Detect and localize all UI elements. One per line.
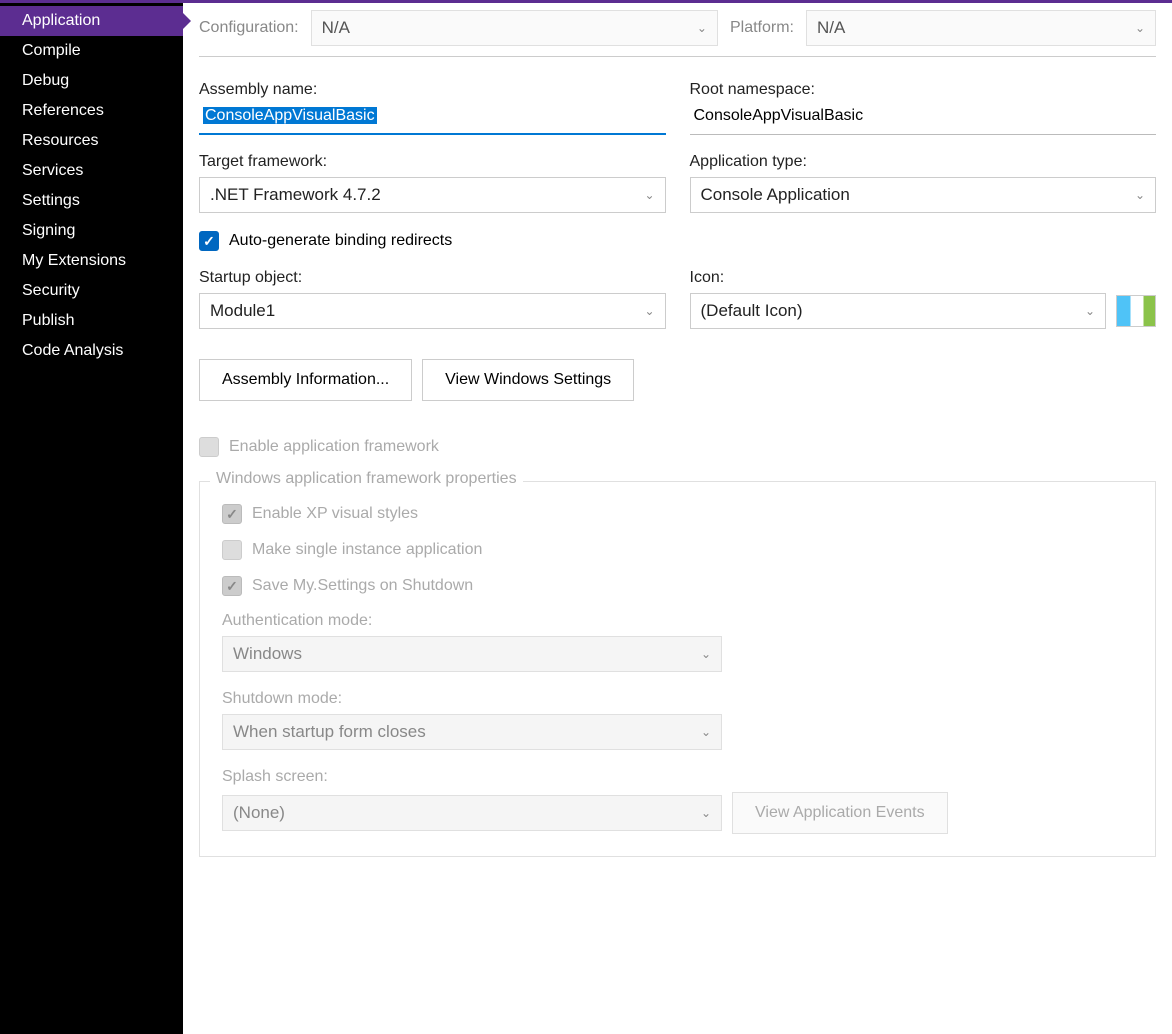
assembly-name-input[interactable]: ConsoleAppVisualBasic	[199, 105, 666, 135]
assembly-name-label: Assembly name:	[199, 81, 666, 99]
sidebar-item-resources[interactable]: Resources	[0, 126, 183, 156]
config-header: Configuration: N/A ⌄ Platform: N/A ⌄	[199, 10, 1156, 57]
framework-properties-legend: Windows application framework properties	[210, 470, 523, 488]
sidebar-item-security[interactable]: Security	[0, 276, 183, 306]
sidebar-item-application[interactable]: Application	[0, 6, 183, 36]
configuration-value: N/A	[322, 18, 350, 38]
save-my-settings-label: Save My.Settings on Shutdown	[252, 577, 473, 595]
xp-visual-styles-checkbox	[222, 504, 242, 524]
icon-value: (Default Icon)	[701, 301, 803, 321]
chevron-down-icon: ⌄	[701, 647, 711, 661]
target-framework-label: Target framework:	[199, 153, 666, 171]
shutdown-mode-value: When startup form closes	[233, 722, 426, 742]
chevron-down-icon: ⌄	[1135, 21, 1145, 35]
configuration-label: Configuration:	[199, 19, 299, 37]
chevron-down-icon: ⌄	[701, 725, 711, 739]
framework-properties-group: Windows application framework properties…	[199, 481, 1156, 857]
single-instance-checkbox	[222, 540, 242, 560]
startup-object-value: Module1	[210, 301, 275, 321]
xp-visual-styles-label: Enable XP visual styles	[252, 505, 418, 523]
configuration-select[interactable]: N/A ⌄	[311, 10, 718, 46]
application-type-select[interactable]: Console Application ⌄	[690, 177, 1157, 213]
startup-object-label: Startup object:	[199, 269, 666, 287]
splash-screen-label: Splash screen:	[222, 768, 722, 786]
sidebar-item-settings[interactable]: Settings	[0, 186, 183, 216]
main-panel: Configuration: N/A ⌄ Platform: N/A ⌄ Ass…	[183, 0, 1172, 1034]
single-instance-label: Make single instance application	[252, 541, 482, 559]
root-namespace-label: Root namespace:	[690, 81, 1157, 99]
chevron-down-icon: ⌄	[644, 188, 654, 202]
sidebar-item-services[interactable]: Services	[0, 156, 183, 186]
splash-screen-value: (None)	[233, 803, 285, 823]
platform-value: N/A	[817, 18, 845, 38]
shutdown-mode-select: When startup form closes ⌄	[222, 714, 722, 750]
chevron-down-icon: ⌄	[701, 806, 711, 820]
target-framework-value: .NET Framework 4.7.2	[210, 185, 381, 205]
application-type-label: Application type:	[690, 153, 1157, 171]
assembly-information-button[interactable]: Assembly Information...	[199, 359, 412, 401]
auth-mode-select: Windows ⌄	[222, 636, 722, 672]
platform-select[interactable]: N/A ⌄	[806, 10, 1156, 46]
sidebar-item-references[interactable]: References	[0, 96, 183, 126]
chevron-down-icon: ⌄	[644, 304, 654, 318]
startup-object-select[interactable]: Module1 ⌄	[199, 293, 666, 329]
sidebar-item-publish[interactable]: Publish	[0, 306, 183, 336]
target-framework-select[interactable]: .NET Framework 4.7.2 ⌄	[199, 177, 666, 213]
view-application-events-button: View Application Events	[732, 792, 948, 834]
enable-application-framework-label: Enable application framework	[229, 438, 439, 456]
auto-generate-label: Auto-generate binding redirects	[229, 232, 452, 250]
view-windows-settings-button[interactable]: View Windows Settings	[422, 359, 634, 401]
root-namespace-input[interactable]: ConsoleAppVisualBasic	[690, 105, 1157, 135]
sidebar-item-code-analysis[interactable]: Code Analysis	[0, 336, 183, 366]
icon-select[interactable]: (Default Icon) ⌄	[690, 293, 1107, 329]
chevron-down-icon: ⌄	[697, 21, 707, 35]
application-type-value: Console Application	[701, 185, 850, 205]
sidebar: Application Compile Debug References Res…	[0, 0, 183, 1034]
save-my-settings-checkbox	[222, 576, 242, 596]
sidebar-item-debug[interactable]: Debug	[0, 66, 183, 96]
shutdown-mode-label: Shutdown mode:	[222, 690, 722, 708]
icon-preview	[1116, 295, 1156, 327]
chevron-down-icon: ⌄	[1085, 304, 1095, 318]
auth-mode-value: Windows	[233, 644, 302, 664]
auth-mode-label: Authentication mode:	[222, 612, 722, 630]
sidebar-item-my-extensions[interactable]: My Extensions	[0, 246, 183, 276]
enable-application-framework-checkbox	[199, 437, 219, 457]
icon-label: Icon:	[690, 269, 1157, 287]
sidebar-item-compile[interactable]: Compile	[0, 36, 183, 66]
sidebar-item-signing[interactable]: Signing	[0, 216, 183, 246]
splash-screen-select: (None) ⌄	[222, 795, 722, 831]
chevron-down-icon: ⌄	[1135, 188, 1145, 202]
auto-generate-checkbox[interactable]	[199, 231, 219, 251]
platform-label: Platform:	[730, 19, 794, 37]
